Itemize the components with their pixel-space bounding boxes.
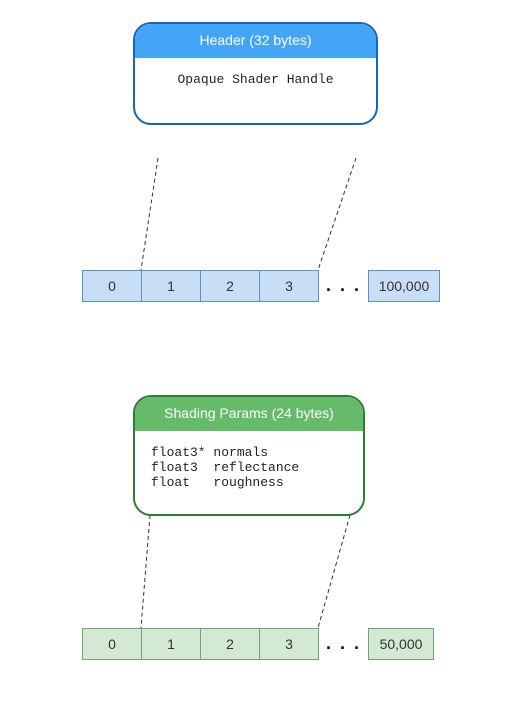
array-cell: 3 bbox=[259, 270, 319, 302]
array-cell: 3 bbox=[259, 628, 319, 660]
array-cell: 0 bbox=[82, 270, 142, 302]
array-cell: 0 bbox=[82, 628, 142, 660]
array-cell: 2 bbox=[200, 270, 260, 302]
ellipsis: . . . bbox=[326, 275, 361, 296]
array-cell: 1 bbox=[141, 270, 201, 302]
array-last-cell: 100,000 bbox=[368, 270, 440, 302]
header-array: 0 1 2 3 bbox=[82, 270, 319, 302]
header-callout-body: Opaque Shader Handle bbox=[135, 58, 376, 101]
params-callout: Shading Params (24 bytes) float3* normal… bbox=[133, 395, 365, 516]
params-callout-title: Shading Params (24 bytes) bbox=[135, 397, 363, 431]
array-last-cell: 50,000 bbox=[368, 628, 434, 660]
params-callout-body: float3* normals float3 reflectance float… bbox=[135, 431, 363, 504]
array-cell: 2 bbox=[200, 628, 260, 660]
array-cell: 1 bbox=[141, 628, 201, 660]
header-callout-title: Header (32 bytes) bbox=[135, 24, 376, 58]
ellipsis: . . . bbox=[326, 633, 361, 654]
params-array: 0 1 2 3 bbox=[82, 628, 319, 660]
header-callout: Header (32 bytes) Opaque Shader Handle bbox=[133, 22, 378, 125]
